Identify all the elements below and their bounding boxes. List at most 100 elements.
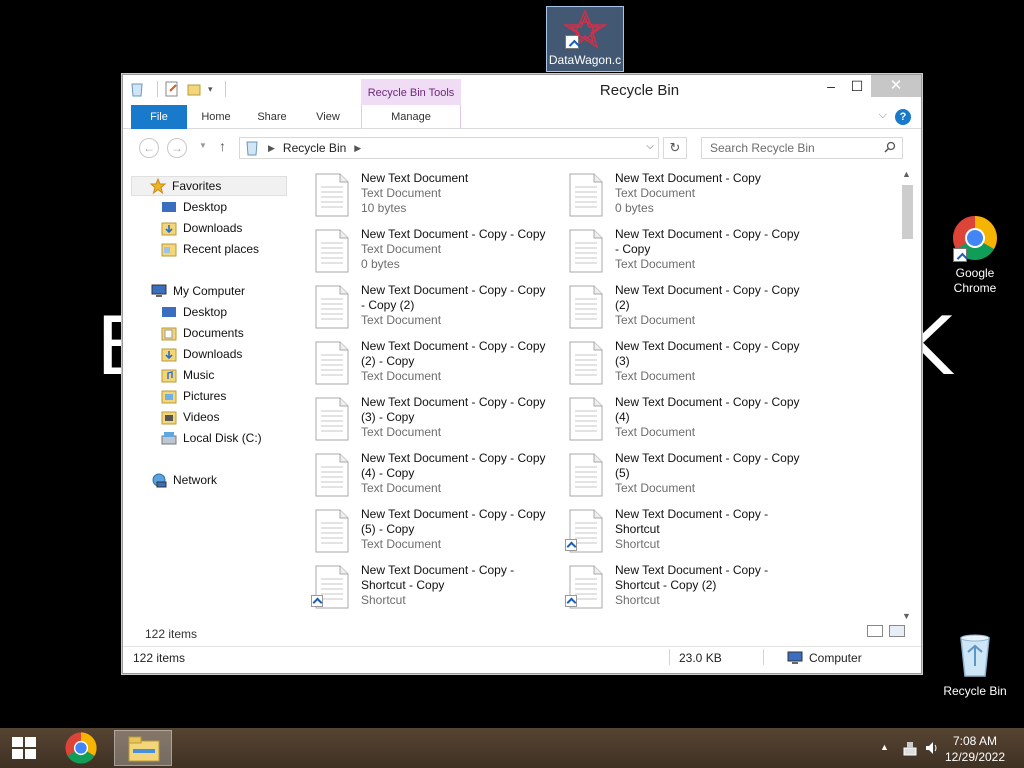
file-tile[interactable]: New Text Document - Copy - Copy (3) Text D… — [557, 339, 807, 391]
scrollbar-thumb[interactable] — [902, 185, 913, 239]
file-tile[interactable]: New Text Document - Copy Text Document 0 b… — [557, 171, 807, 223]
file-name-cont: (4) - Copy — [361, 466, 415, 480]
nav-network[interactable]: Network — [151, 470, 217, 490]
scroll-down-icon[interactable]: ▼ — [902, 611, 911, 621]
help-icon[interactable]: ? — [895, 109, 911, 125]
file-tile[interactable]: New Text Document - Copy - Copy - Copy (2… — [303, 283, 553, 335]
desktop-icon — [162, 202, 176, 212]
title-bar[interactable]: ▾ Recycle Bin Tools Recycle Bin – ☐ ✕ — [123, 75, 921, 105]
nav-favorites-downloads[interactable]: Downloads — [161, 218, 242, 238]
nav-computer-desktop[interactable]: Desktop — [161, 302, 227, 322]
scroll-up-icon[interactable]: ▲ — [902, 169, 911, 179]
taskbar-chrome-button[interactable] — [52, 730, 110, 766]
file-tile[interactable]: New Text Document - Copy - Shortcut - Cop… — [303, 563, 553, 615]
status-separator — [763, 649, 764, 665]
file-tile[interactable]: New Text Document - Copy - Copy (5) - Cop… — [303, 507, 553, 559]
vertical-scrollbar[interactable]: ▲ ▼ — [899, 167, 915, 623]
file-tile[interactable]: New Text Document - Copy - Shortcut Shortc… — [557, 507, 807, 559]
details-view-icon[interactable] — [867, 625, 883, 637]
ribbon-tabs: File Home Share View Manage ⌵ ? — [123, 105, 921, 129]
breadcrumb-chevron-icon[interactable]: ▶ — [268, 143, 275, 154]
shortcut-arrow-icon — [311, 595, 323, 607]
tab-home[interactable]: Home — [193, 105, 239, 129]
recent-places-icon — [161, 243, 177, 257]
expand-ribbon-icon[interactable]: ⌵ — [879, 109, 887, 122]
file-tile[interactable]: New Text Document - Copy - Copy Text Docu… — [303, 227, 553, 279]
tab-file[interactable]: File — [131, 105, 187, 129]
nav-computer-downloads[interactable]: Downloads — [161, 344, 242, 364]
text-document-icon — [315, 509, 349, 553]
file-type: Text Document — [615, 186, 696, 200]
file-tile[interactable]: New Text Document - Copy - Shortcut - Cop… — [557, 563, 807, 615]
search-icon[interactable] — [884, 141, 896, 153]
nav-computer-documents[interactable]: Documents — [161, 323, 244, 343]
file-tile[interactable]: New Text Document - Copy - Copy (2) - Cop… — [303, 339, 553, 391]
file-text: New Text Document - Copy - Copy (3) Text D… — [615, 339, 815, 384]
show-hidden-icons-icon[interactable]: ▲ — [880, 742, 889, 752]
nav-computer-pictures[interactable]: Pictures — [161, 386, 226, 406]
large-icons-view-icon[interactable] — [889, 625, 905, 637]
file-tile[interactable]: New Text Document Text Document 10 bytes — [303, 171, 553, 223]
file-tile[interactable]: New Text Document - Copy - Copy (4) Text D… — [557, 395, 807, 447]
file-name-cont: Shortcut — [615, 522, 660, 536]
file-name: New Text Document - Copy - Copy — [615, 395, 800, 409]
close-button[interactable]: ✕ — [871, 75, 921, 97]
start-button[interactable] — [12, 737, 38, 761]
desktop-icon-recycle-bin[interactable]: Recycle Bin — [936, 632, 1014, 699]
refresh-button[interactable]: ↻ — [663, 137, 687, 159]
file-tile[interactable]: New Text Document - Copy - Copy - Copy Tex… — [557, 227, 807, 279]
search-placeholder: Search Recycle Bin — [710, 141, 815, 155]
file-tile[interactable]: New Text Document - Copy - Copy (4) - Cop… — [303, 451, 553, 503]
file-text: New Text Document - Copy - Copy (2) Text D… — [615, 283, 815, 328]
shortcut-arrow-icon — [565, 35, 579, 49]
file-type: Text Document — [361, 242, 442, 256]
back-button[interactable]: ← — [139, 138, 159, 158]
up-arrow-icon[interactable]: ↑ — [219, 138, 226, 154]
file-type: Text Document — [361, 425, 442, 439]
desktop-icon-datawagon[interactable]: DataWagon.c — [546, 6, 624, 72]
downloads-icon — [161, 348, 177, 362]
file-text: New Text Document - Copy - Copy Text Docu… — [361, 227, 561, 272]
forward-button[interactable]: → — [167, 138, 187, 158]
recent-locations-dropdown-icon[interactable]: ▼ — [199, 141, 207, 150]
volume-icon[interactable] — [924, 740, 940, 756]
text-document-icon — [315, 229, 349, 273]
nav-computer-videos[interactable]: Videos — [161, 407, 219, 427]
nav-favorites-recent-places[interactable]: Recent places — [161, 239, 259, 259]
file-type: Shortcut — [615, 593, 660, 607]
file-tile[interactable]: New Text Document - Copy - Copy (2) Text D… — [557, 283, 807, 335]
clock-date: 12/29/2022 — [944, 750, 1006, 764]
breadcrumb-chevron-icon[interactable]: ▶ — [354, 143, 361, 154]
nav-computer-local-disk[interactable]: Local Disk (C:) — [161, 428, 262, 448]
network-tray-icon[interactable] — [902, 740, 918, 756]
status-separator — [669, 649, 670, 665]
explorer-window[interactable]: ▾ Recycle Bin Tools Recycle Bin – ☐ ✕ Fi… — [122, 74, 922, 674]
breadcrumb-recycle-bin[interactable]: Recycle Bin — [283, 141, 346, 155]
tab-share[interactable]: Share — [249, 105, 295, 129]
maximize-button[interactable]: ☐ — [843, 75, 871, 97]
address-dropdown-icon[interactable]: ⌵ — [646, 141, 654, 152]
taskbar-file-explorer-button[interactable] — [114, 730, 172, 766]
windows-logo-pane — [25, 737, 36, 747]
search-input[interactable]: Search Recycle Bin — [701, 137, 903, 159]
nav-my-computer[interactable]: My Computer — [151, 281, 245, 301]
tab-manage[interactable]: Manage — [361, 105, 461, 129]
text-document-icon — [569, 229, 603, 273]
nav-favorites[interactable]: Favorites — [131, 176, 287, 196]
clock[interactable]: 7:08 AM 12/29/2022 — [940, 733, 1010, 765]
file-name: New Text Document - Copy - — [615, 563, 769, 577]
file-text: New Text Document - Copy - Copy - Copy (2… — [361, 283, 561, 328]
file-tile[interactable]: New Text Document - Copy - Copy (5) Text D… — [557, 451, 807, 503]
address-bar[interactable]: ▶ Recycle Bin ▶ ⌵ — [239, 137, 659, 159]
file-name: New Text Document - Copy - Copy — [361, 283, 546, 297]
file-text: New Text Document - Copy - Copy (4) - Cop… — [361, 451, 561, 496]
datawagon-icon — [562, 9, 608, 49]
file-tile[interactable]: New Text Document - Copy - Copy (3) - Cop… — [303, 395, 553, 447]
desktop-icon-chrome[interactable]: Google Chrome — [936, 214, 1014, 296]
nav-computer-music[interactable]: Music — [161, 365, 214, 385]
nav-favorites-desktop[interactable]: Desktop — [161, 197, 227, 217]
file-list: New Text Document Text Document 10 bytes Ne… — [303, 167, 897, 623]
tab-view[interactable]: View — [305, 105, 351, 129]
minimize-button[interactable]: – — [817, 75, 845, 97]
file-type: Text Document — [361, 369, 442, 383]
